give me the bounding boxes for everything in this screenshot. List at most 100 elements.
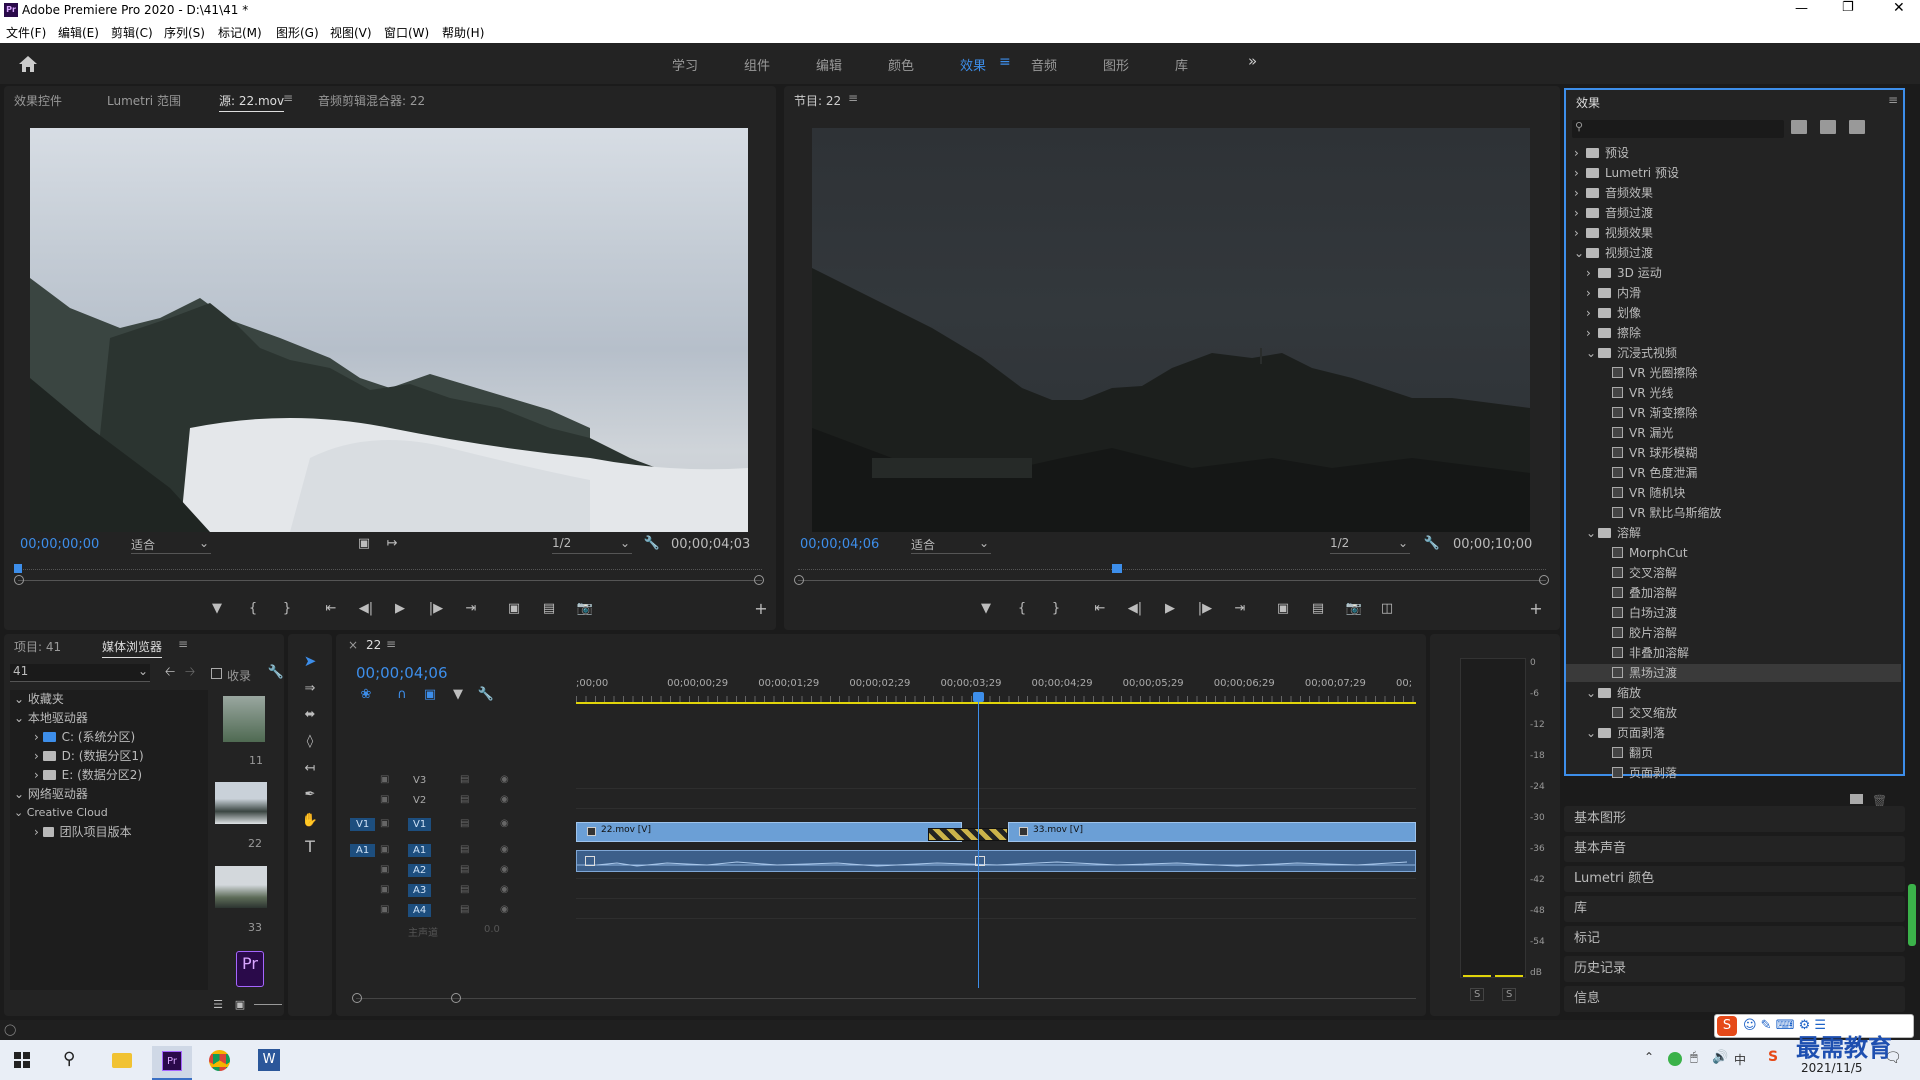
track-lane[interactable] bbox=[576, 878, 1416, 879]
track-label[interactable]: V3 bbox=[408, 774, 431, 787]
ripple-edit-tool-icon[interactable]: ⬌ bbox=[300, 706, 320, 724]
tree-drive-d[interactable]: › D: (数据分区1) bbox=[34, 747, 144, 765]
program-fit-dropdown[interactable]: 适合 ⌄ bbox=[911, 536, 991, 554]
lock-icon[interactable]: ▣ bbox=[380, 864, 389, 875]
source-patch[interactable]: V1 bbox=[350, 818, 376, 831]
close-icon[interactable]: ✕ bbox=[1893, 0, 1905, 16]
timeline-zoom-scrollbar[interactable] bbox=[356, 998, 1416, 999]
eye-icon[interactable]: ◉ bbox=[500, 864, 509, 875]
menu-graphics[interactable]: 图形(G) bbox=[276, 24, 319, 41]
effect-tree-item[interactable]: ⌄ 页面剥落 bbox=[1566, 724, 1901, 742]
sync-icon[interactable]: ▤ bbox=[460, 794, 469, 805]
effect-tree-item[interactable]: 交叉溶解 bbox=[1566, 564, 1901, 582]
tab-sequence[interactable]: 22 bbox=[366, 638, 381, 652]
sync-icon[interactable]: ▤ bbox=[460, 904, 469, 915]
effect-tree-item[interactable]: VR 光线 bbox=[1566, 384, 1901, 402]
effect-tree-item[interactable]: › 音频过渡 bbox=[1566, 204, 1901, 222]
effect-tree-item[interactable]: › 视频效果 bbox=[1566, 224, 1901, 242]
program-zoom-handle-left[interactable] bbox=[794, 575, 804, 585]
ingest-checkbox[interactable] bbox=[211, 668, 222, 679]
right-panel-scrollbar[interactable] bbox=[1908, 884, 1916, 946]
sync-icon[interactable]: ▤ bbox=[460, 844, 469, 855]
effect-tree-item[interactable]: VR 色度泄漏 bbox=[1566, 464, 1901, 482]
program-go-to-out-icon[interactable]: ⇥ bbox=[1230, 600, 1250, 618]
clip-33-video[interactable]: 33.mov [V] bbox=[1008, 822, 1416, 842]
32bit-effects-icon[interactable] bbox=[1820, 120, 1836, 134]
timeline-add-marker-icon[interactable]: ▼ bbox=[448, 686, 468, 704]
eye-icon[interactable]: ◉ bbox=[500, 904, 509, 915]
program-menu-icon[interactable]: ≡ bbox=[848, 91, 858, 105]
track-label[interactable]: V2 bbox=[408, 794, 431, 807]
premiere-project-file-icon[interactable]: Pr bbox=[236, 951, 264, 987]
source-button-editor-icon[interactable]: + bbox=[751, 600, 771, 618]
program-settings-wrench-icon[interactable]: 🔧 bbox=[1422, 535, 1442, 553]
source-export-frame-icon[interactable]: 📷 bbox=[575, 600, 595, 618]
program-timecode[interactable]: 00;00;04;06 bbox=[800, 537, 879, 552]
effect-tree-item[interactable]: ⌄ 溶解 bbox=[1566, 524, 1901, 542]
timeline-playhead-head[interactable] bbox=[973, 692, 984, 702]
workspace-menu-icon[interactable]: ≡ bbox=[999, 54, 1011, 70]
source-zoom-handle-left[interactable] bbox=[14, 575, 24, 585]
workspace-color[interactable]: 颜色 bbox=[888, 55, 914, 74]
effect-tree-item[interactable]: › 音频效果 bbox=[1566, 184, 1901, 202]
track-header[interactable]: A3 ▣ ▤ ◉ bbox=[336, 880, 572, 898]
accelerated-effects-icon[interactable] bbox=[1791, 120, 1807, 134]
source-menu-icon[interactable]: ≡ bbox=[283, 91, 293, 105]
effect-tree-item[interactable]: VR 光圈擦除 bbox=[1566, 364, 1901, 382]
menu-markers[interactable]: 标记(M) bbox=[218, 24, 262, 41]
source-patch[interactable]: A1 bbox=[350, 844, 376, 857]
effect-tree-item[interactable]: VR 随机块 bbox=[1566, 484, 1901, 502]
track-lane[interactable] bbox=[576, 918, 1416, 919]
list-view-icon[interactable]: ☰ bbox=[208, 996, 228, 1014]
track-lane[interactable] bbox=[576, 788, 1416, 789]
track-header[interactable]: V1 V1 ▣ ▤ ◉ bbox=[336, 814, 572, 838]
hand-tool-icon[interactable]: ✋ bbox=[300, 812, 320, 830]
tab-project[interactable]: 项目: 41 bbox=[14, 638, 61, 655]
panel-header[interactable]: Lumetri 颜色 bbox=[1564, 866, 1905, 892]
effect-tree-item[interactable]: VR 渐变擦除 bbox=[1566, 404, 1901, 422]
nest-icon[interactable]: ❀ bbox=[356, 686, 376, 704]
source-resolution-dropdown[interactable]: 1/2 ⌄ bbox=[552, 536, 632, 554]
source-timecode[interactable]: 00;00;00;00 bbox=[20, 537, 99, 552]
source-step-forward-icon[interactable]: |▶ bbox=[426, 600, 446, 618]
source-fit-dropdown[interactable]: 适合 ⌄ bbox=[131, 536, 211, 554]
lock-icon[interactable]: ▣ bbox=[380, 794, 389, 805]
panel-header[interactable]: 库 bbox=[1564, 896, 1905, 922]
effect-tree-item[interactable]: ⌄ 视频过渡 bbox=[1566, 244, 1901, 262]
program-export-frame-icon[interactable]: 📷 bbox=[1344, 600, 1364, 618]
volume-icon[interactable]: 🔊 bbox=[1712, 1050, 1728, 1065]
thumb-33[interactable] bbox=[215, 866, 267, 908]
source-play-icon[interactable]: ▶ bbox=[390, 600, 410, 618]
source-zoom-handle-right[interactable] bbox=[754, 575, 764, 585]
track-lane[interactable] bbox=[576, 898, 1416, 899]
panel-header[interactable]: 基本图形 bbox=[1564, 806, 1905, 832]
tab-source[interactable]: 源: 22.mov bbox=[219, 92, 285, 112]
pen-tool-icon[interactable]: ✒ bbox=[300, 786, 320, 804]
effect-tree-item[interactable]: ⌄ 沉浸式视频 bbox=[1566, 344, 1901, 362]
icon-view-icon[interactable]: ▣ bbox=[230, 996, 250, 1014]
effect-tree-item[interactable]: 交叉缩放 bbox=[1566, 704, 1901, 722]
source-drag-video-icon[interactable]: ↦ bbox=[382, 535, 402, 553]
zoom-handle-left[interactable] bbox=[352, 993, 362, 1003]
effect-tree-item[interactable]: 页面剥落 bbox=[1566, 764, 1901, 782]
thumb-22[interactable] bbox=[215, 782, 267, 824]
master-volume[interactable]: 0.0 bbox=[484, 924, 500, 935]
track-label[interactable]: A2 bbox=[408, 864, 432, 877]
effect-tree-item[interactable]: › 擦除 bbox=[1566, 324, 1901, 342]
lock-icon[interactable]: ▣ bbox=[380, 904, 389, 915]
word-icon[interactable]: W bbox=[258, 1049, 280, 1071]
minimize-icon[interactable]: — bbox=[1795, 1, 1808, 16]
back-arrow-icon[interactable]: 🡠 bbox=[160, 664, 180, 682]
effect-tree-item[interactable]: › 预设 bbox=[1566, 144, 1901, 162]
sequence-menu-icon[interactable]: ≡ bbox=[386, 637, 396, 651]
ime-indicator[interactable]: 中 bbox=[1734, 1051, 1746, 1068]
program-title[interactable]: 节目: 22 bbox=[794, 92, 841, 109]
tab-effect-controls[interactable]: 效果控件 bbox=[14, 92, 62, 109]
selection-tool-icon[interactable]: ➤ bbox=[300, 652, 320, 670]
media-path-dropdown[interactable]: 41 ⌄ bbox=[10, 664, 150, 682]
eye-icon[interactable]: ◉ bbox=[500, 774, 509, 785]
track-label[interactable]: A1 bbox=[408, 844, 432, 857]
solo-left-button[interactable]: S bbox=[1470, 988, 1485, 1001]
program-go-to-in-icon[interactable]: ⇤ bbox=[1090, 600, 1110, 618]
lock-icon[interactable]: ▣ bbox=[380, 884, 389, 895]
